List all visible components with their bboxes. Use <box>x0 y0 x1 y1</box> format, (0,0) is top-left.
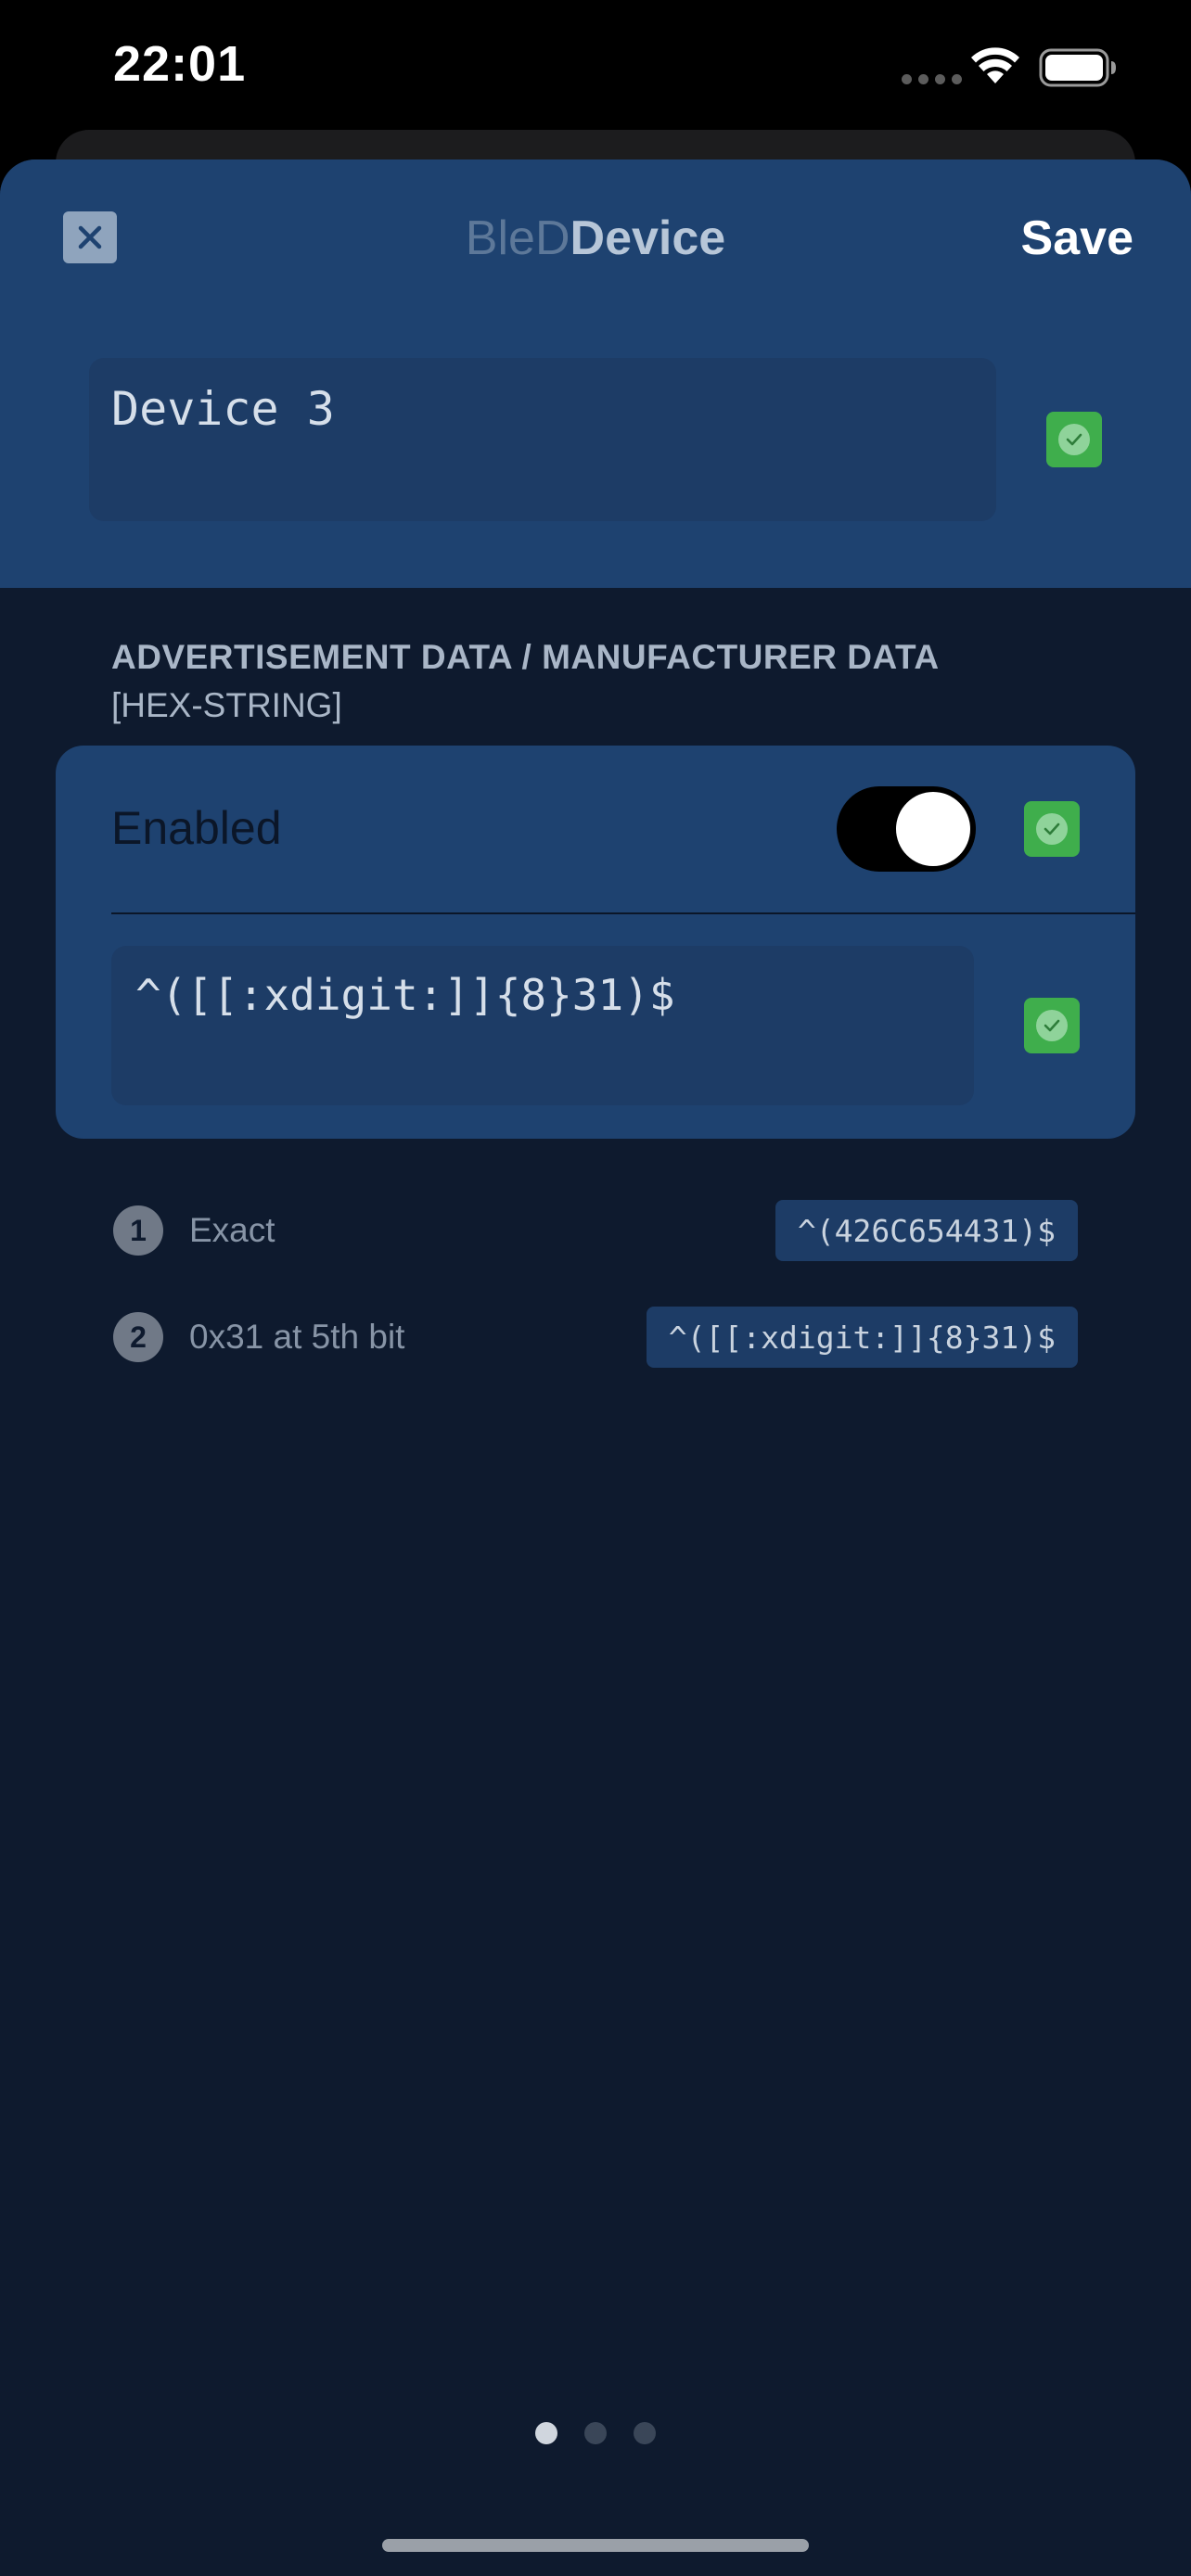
pattern-input[interactable]: ^([[:xdigit:]]{8}31)$ <box>111 946 974 1105</box>
enabled-toggle[interactable] <box>837 786 976 872</box>
page-dot-3[interactable] <box>634 2422 656 2444</box>
title-prefix: BleD <box>465 211 570 265</box>
title-main: Device <box>570 211 726 265</box>
page-dot-1[interactable] <box>535 2422 557 2444</box>
enabled-valid-badge <box>1024 801 1080 857</box>
example-number: 1 <box>113 1205 163 1256</box>
example-number: 2 <box>113 1312 163 1362</box>
sheet-header: BleDDevice Save Device 3 <box>0 159 1191 588</box>
section-subtitle: [HEX-STRING] <box>111 686 342 724</box>
example-pattern-chip[interactable]: ^([[:xdigit:]]{8}31)$ <box>646 1307 1078 1368</box>
example-pattern-chip[interactable]: ^(426C654431)$ <box>775 1200 1078 1261</box>
toggle-knob <box>896 792 970 866</box>
home-indicator[interactable] <box>382 2539 809 2552</box>
page-title: BleDDevice <box>0 210 1191 267</box>
status-bar: 22:01 <box>0 0 1191 130</box>
check-circle-icon <box>1058 424 1090 455</box>
example-row: 1 Exact ^(426C654431)$ <box>113 1200 1078 1261</box>
example-row: 2 0x31 at 5th bit ^([[:xdigit:]]{8}31)$ <box>113 1307 1078 1368</box>
example-label: Exact <box>189 1211 275 1249</box>
status-time: 22:01 <box>113 36 247 92</box>
pattern-valid-badge <box>1024 998 1080 1053</box>
page-indicator <box>0 2422 1191 2444</box>
enabled-label: Enabled <box>111 802 282 854</box>
check-circle-icon <box>1036 1010 1068 1041</box>
name-valid-badge <box>1046 412 1102 467</box>
card-divider <box>111 912 1135 914</box>
check-circle-icon <box>1036 813 1068 845</box>
screen: 22:01 BleDDevice Save Device 3 ADVERTISE… <box>0 0 1191 2576</box>
wifi-icon <box>971 47 1019 83</box>
example-label: 0x31 at 5th bit <box>189 1318 405 1356</box>
save-button[interactable]: Save <box>1021 210 1133 267</box>
filter-card: Enabled ^([[:xdigit:]]{8}31)$ <box>56 746 1135 1139</box>
battery-icon <box>1039 48 1116 87</box>
cellular-signal-icon <box>902 74 962 84</box>
device-name-input[interactable]: Device 3 <box>89 358 996 521</box>
section-title: ADVERTISEMENT DATA / MANUFACTURER DATA <box>111 638 940 676</box>
device-sheet: BleDDevice Save Device 3 ADVERTISEMENT D… <box>0 159 1191 2576</box>
page-dot-2[interactable] <box>584 2422 607 2444</box>
